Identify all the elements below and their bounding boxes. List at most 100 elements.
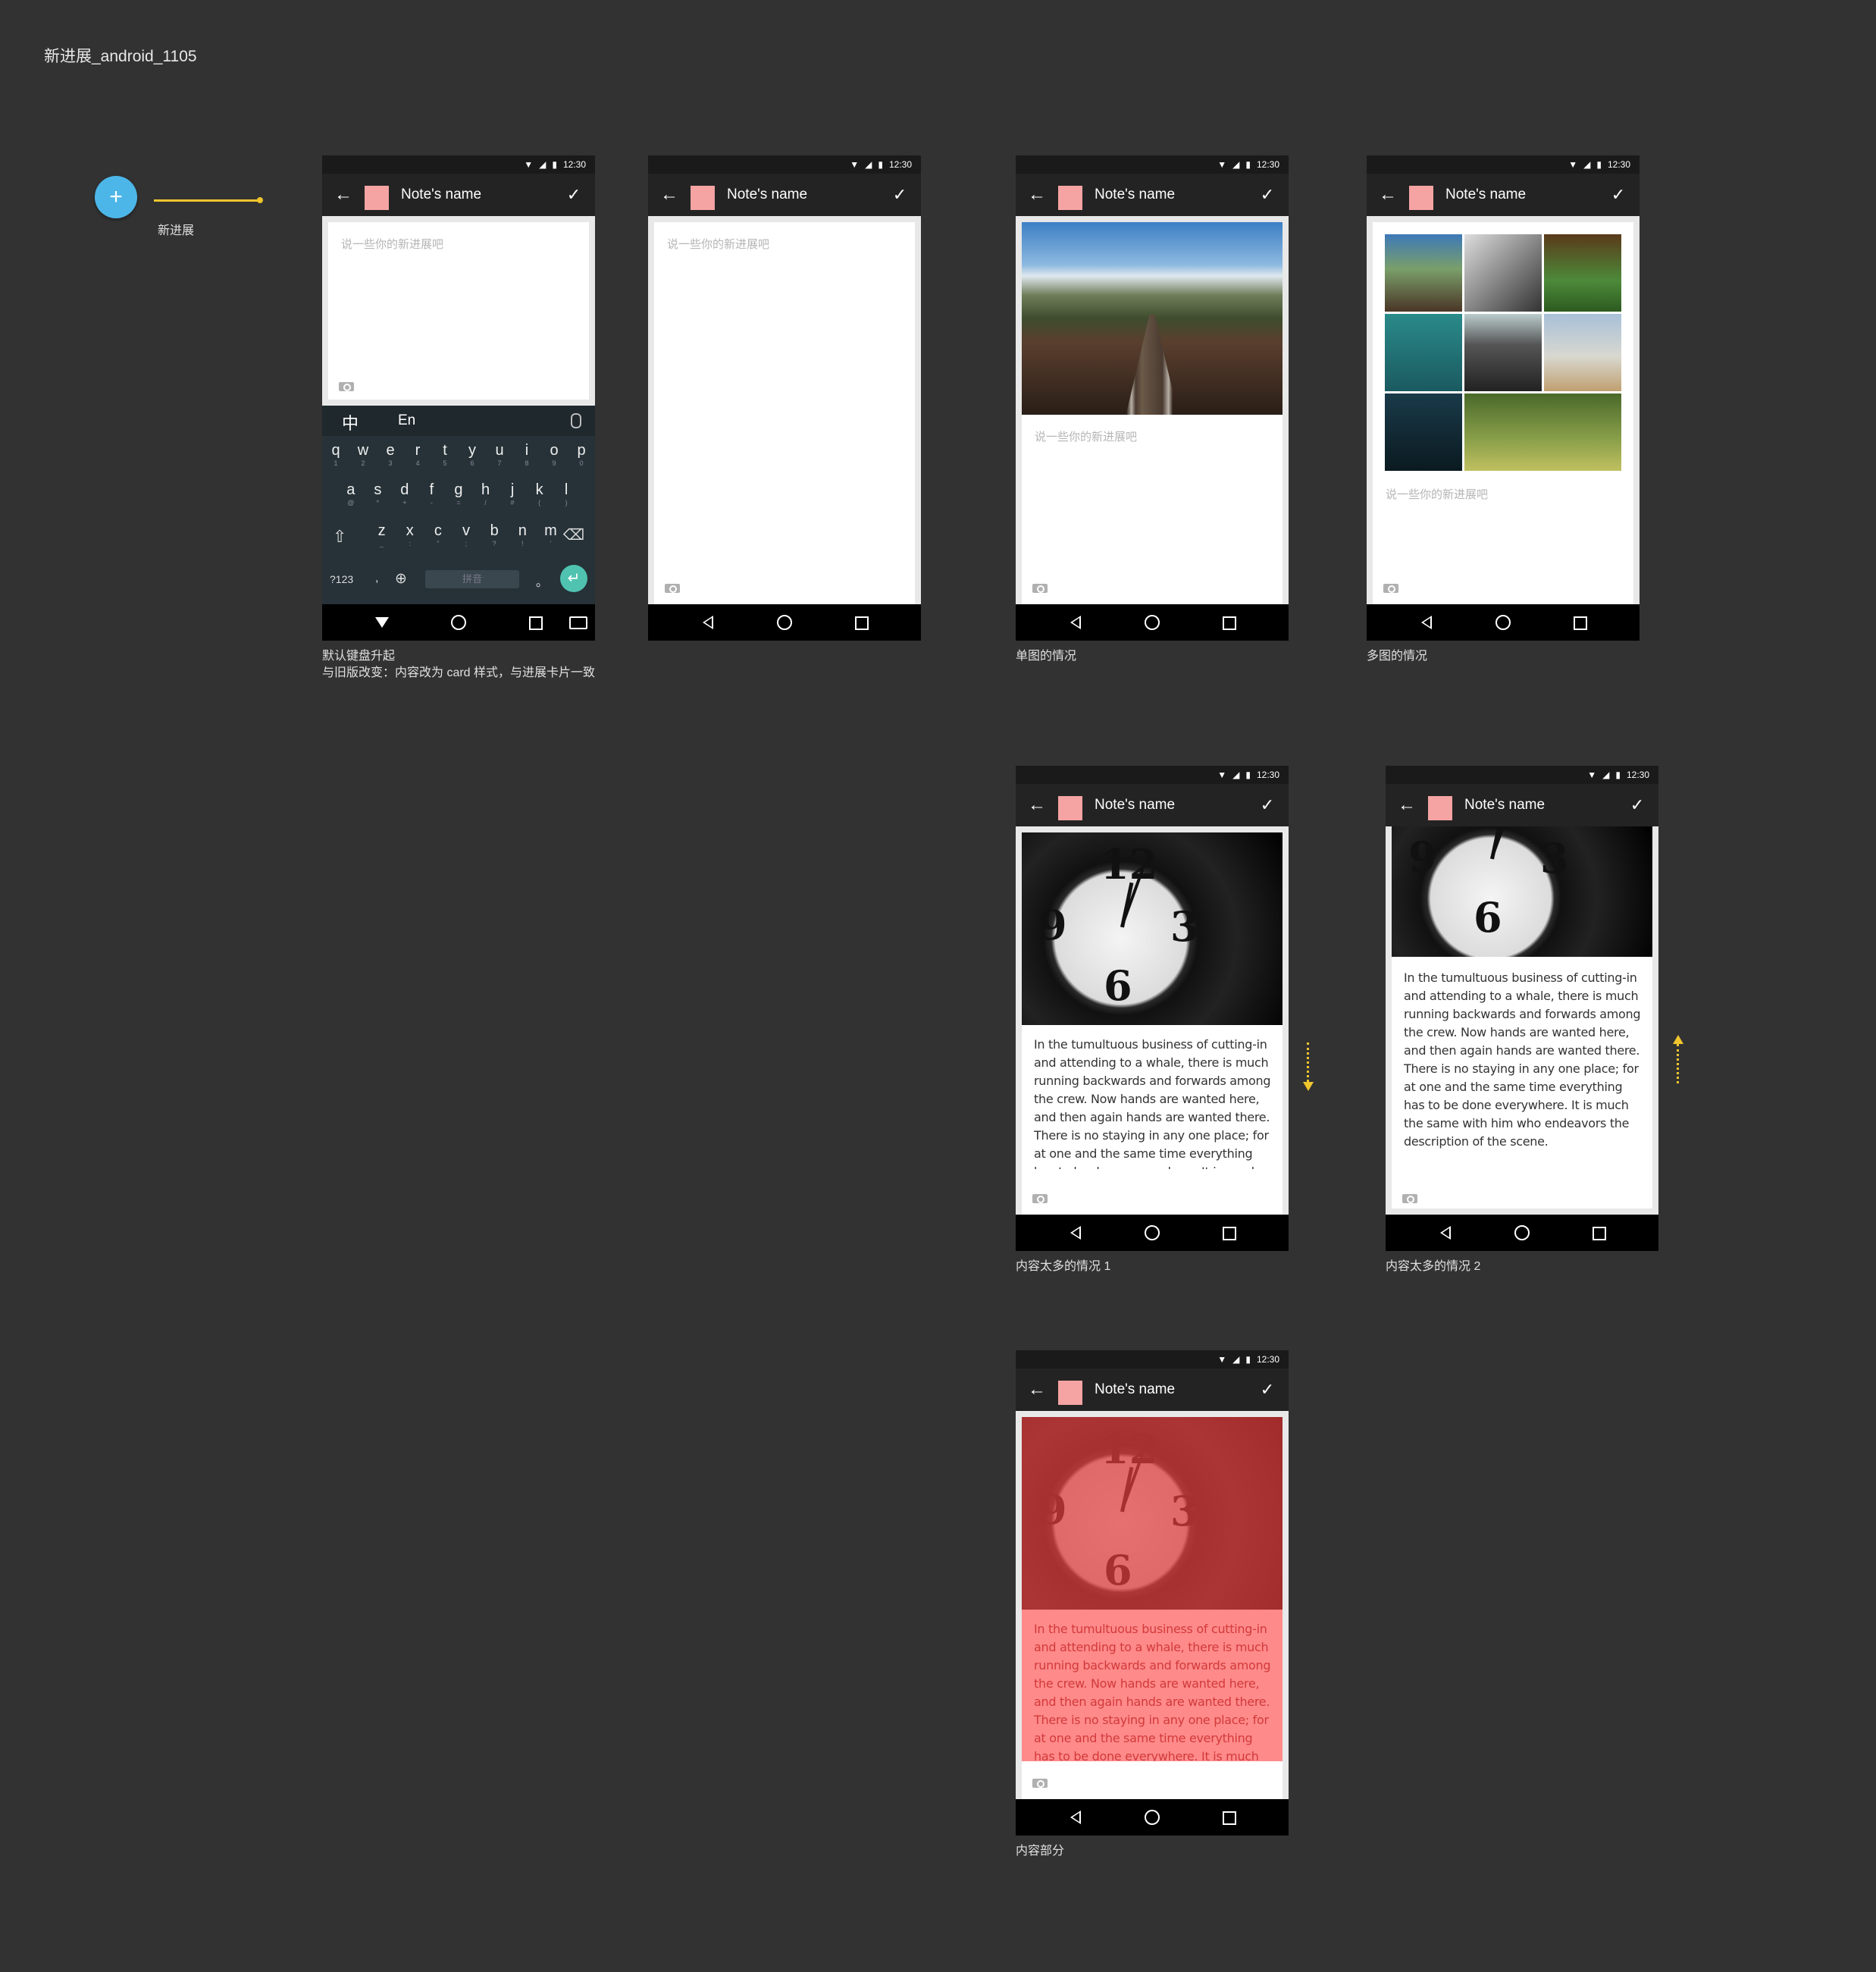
nav-home-icon[interactable] — [777, 615, 792, 630]
check-icon[interactable]: ✓ — [1257, 795, 1278, 816]
key-x[interactable]: x: — [399, 522, 421, 547]
key-e[interactable]: e3 — [379, 442, 402, 467]
note-body-text[interactable]: In the tumultuous business of cutting-in… — [1034, 1036, 1273, 1169]
note-color-swatch[interactable] — [1058, 796, 1082, 820]
camera-icon[interactable] — [339, 380, 354, 391]
note-card[interactable]: 说一些你的新进展吧 — [1373, 222, 1633, 604]
note-color-swatch[interactable] — [691, 186, 715, 210]
grid-photo[interactable] — [1544, 314, 1621, 391]
nav-home-icon[interactable] — [1145, 1810, 1160, 1825]
keyboard-icon[interactable] — [569, 616, 587, 629]
note-input[interactable]: 说一些你的新进展吧 — [1386, 486, 1488, 502]
key-i[interactable]: i8 — [515, 442, 538, 467]
nav-recent-icon[interactable] — [529, 616, 543, 630]
period-key[interactable]: 。 — [536, 572, 548, 590]
note-card[interactable]: 说一些你的新进展吧 — [328, 222, 589, 400]
grid-photo[interactable] — [1385, 314, 1462, 391]
check-icon[interactable]: ✓ — [1257, 1379, 1278, 1400]
key-k[interactable]: k( — [528, 481, 551, 506]
key-l[interactable]: l) — [555, 481, 578, 506]
note-body-text[interactable]: In the tumultuous business of cutting-in… — [1034, 1620, 1273, 1761]
check-icon[interactable]: ✓ — [1608, 184, 1629, 205]
key-s[interactable]: s * — [366, 481, 389, 506]
note-card[interactable]: 12 9 3 6 In the tumultuous business of c… — [1392, 826, 1652, 1209]
camera-icon[interactable] — [1032, 582, 1048, 593]
nav-back-icon[interactable] — [375, 617, 391, 632]
note-color-swatch[interactable] — [1409, 186, 1433, 210]
key-q[interactable]: q1 — [324, 442, 347, 467]
key-h[interactable]: h / — [474, 481, 497, 506]
back-arrow-icon[interactable]: ← — [1396, 795, 1417, 816]
key-v[interactable]: v; — [455, 522, 478, 547]
grid-photo[interactable] — [1385, 234, 1462, 312]
key-y[interactable]: y6 — [461, 442, 484, 467]
note-card[interactable]: 12 9 3 6 In the tumultuous business of c… — [1022, 832, 1283, 1215]
note-card[interactable]: 说一些你的新进展吧 — [1022, 222, 1283, 604]
nav-home-icon[interactable] — [1145, 1225, 1160, 1240]
nav-recent-icon[interactable] — [1223, 1227, 1236, 1240]
key-o[interactable]: o9 — [543, 442, 565, 467]
nav-back-icon[interactable] — [1421, 616, 1432, 629]
nav-home-icon[interactable] — [1495, 615, 1511, 630]
nav-recent-icon[interactable] — [1223, 1811, 1236, 1825]
camera-icon[interactable] — [1032, 1776, 1048, 1788]
key-b[interactable]: b? — [483, 522, 506, 547]
key-u[interactable]: u7 — [488, 442, 511, 467]
key-n[interactable]: n! — [511, 522, 534, 547]
chinese-input-key[interactable]: 中 — [342, 410, 359, 434]
shift-icon[interactable]: ⇧ — [333, 527, 346, 547]
back-arrow-icon[interactable]: ← — [1377, 184, 1398, 205]
check-icon[interactable]: ✓ — [1627, 795, 1648, 816]
note-color-swatch[interactable] — [1428, 796, 1452, 820]
comma-key[interactable]: , — [375, 572, 378, 585]
nav-home-icon[interactable] — [451, 615, 466, 630]
key-a[interactable]: a @ — [340, 481, 362, 506]
nav-back-icon[interactable] — [703, 616, 713, 629]
note-input[interactable]: 说一些你的新进展吧 — [341, 236, 443, 252]
key-r[interactable]: r4 — [406, 442, 429, 467]
key-g[interactable]: g = — [447, 481, 470, 506]
nav-back-icon[interactable] — [1440, 1226, 1451, 1240]
grid-photo[interactable] — [1464, 234, 1542, 312]
english-input-key[interactable]: En — [398, 412, 415, 429]
check-icon[interactable]: ✓ — [563, 184, 584, 205]
key-f[interactable]: f- — [420, 481, 443, 506]
camera-icon[interactable] — [665, 582, 680, 593]
camera-icon[interactable] — [1402, 1192, 1417, 1203]
nav-recent-icon[interactable] — [1574, 616, 1587, 630]
camera-icon[interactable] — [1383, 582, 1398, 593]
globe-icon[interactable]: ⊕ — [395, 570, 407, 588]
note-color-swatch[interactable] — [365, 186, 389, 210]
note-input[interactable]: 说一些你的新进展吧 — [1035, 428, 1137, 444]
nav-home-icon[interactable] — [1145, 615, 1160, 630]
key-z[interactable]: z _ — [371, 522, 393, 547]
nav-recent-icon[interactable] — [1223, 616, 1236, 630]
key-d[interactable]: d + — [393, 481, 416, 506]
key-c[interactable]: c " — [427, 522, 449, 547]
check-icon[interactable]: ✓ — [889, 184, 910, 205]
nav-recent-icon[interactable] — [1593, 1227, 1606, 1240]
nav-home-icon[interactable] — [1514, 1225, 1530, 1240]
camera-icon[interactable] — [1032, 1192, 1048, 1203]
nav-back-icon[interactable] — [1070, 1226, 1081, 1240]
key-j[interactable]: j # — [501, 481, 524, 506]
note-color-swatch[interactable] — [1058, 1381, 1082, 1405]
space-key[interactable]: 拼音 — [425, 570, 519, 588]
grid-photo[interactable] — [1544, 234, 1621, 312]
note-input[interactable]: 说一些你的新进展吧 — [667, 236, 769, 252]
back-arrow-icon[interactable]: ← — [333, 184, 354, 205]
grid-photo[interactable] — [1464, 314, 1542, 391]
symbols-key[interactable]: ?123 — [330, 573, 353, 585]
nav-recent-icon[interactable] — [855, 616, 869, 630]
back-arrow-icon[interactable]: ← — [659, 184, 680, 205]
railway-photo[interactable] — [1022, 222, 1283, 415]
key-t[interactable]: t5 — [434, 442, 456, 467]
key-m[interactable]: m ' — [539, 522, 562, 547]
grid-photo[interactable] — [1464, 393, 1621, 471]
note-card[interactable]: 说一些你的新进展吧 — [654, 222, 915, 604]
back-arrow-icon[interactable]: ← — [1026, 795, 1048, 816]
key-w[interactable]: w2 — [352, 442, 374, 467]
grid-photo[interactable] — [1385, 393, 1462, 471]
key-p[interactable]: p0 — [570, 442, 593, 467]
nav-back-icon[interactable] — [1070, 1811, 1081, 1824]
